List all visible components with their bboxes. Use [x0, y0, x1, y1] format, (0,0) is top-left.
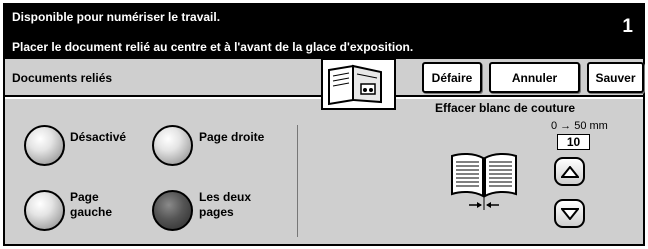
label-page-droite: Page droite: [199, 130, 265, 144]
page-title: Documents reliés: [12, 71, 113, 85]
range-label: 0 → 50 mm: [551, 120, 608, 132]
label-page-gauche: Page gauche: [70, 190, 113, 219]
radio-page-droite[interactable]: [152, 125, 193, 166]
increase-button[interactable]: [554, 157, 585, 186]
scan-panel: Disponible pour numériser le travail. Pl…: [3, 3, 645, 246]
cancel-button[interactable]: Annuler: [489, 62, 580, 93]
label-desactive: Désactivé: [70, 130, 127, 144]
status-message: Disponible pour numériser le travail.: [12, 10, 221, 24]
edge-erase-value[interactable]: 10: [557, 134, 590, 150]
job-number: 1: [622, 16, 633, 37]
label-les-deux-pages: Les deux pages: [199, 190, 252, 219]
decrease-button[interactable]: [554, 199, 585, 228]
bound-document-icon: [321, 58, 396, 110]
open-book-icon: [451, 152, 517, 210]
save-button[interactable]: Sauver: [587, 62, 644, 93]
down-arrow-icon: [560, 207, 579, 220]
status-bar: Disponible pour numériser le travail. Pl…: [5, 5, 643, 59]
instruction-message: Placer le document relié au centre et à …: [12, 40, 414, 54]
up-arrow-icon: [560, 165, 579, 178]
radio-page-gauche[interactable]: [24, 190, 65, 231]
options-area: Désactivé Page droite Page gauche Les de…: [5, 99, 643, 244]
radio-desactive[interactable]: [24, 125, 65, 166]
effacer-title: Effacer blanc de couture: [435, 101, 576, 115]
radio-les-deux-pages[interactable]: [152, 190, 193, 231]
undo-button[interactable]: Défaire: [422, 62, 482, 93]
divider: [297, 125, 298, 237]
